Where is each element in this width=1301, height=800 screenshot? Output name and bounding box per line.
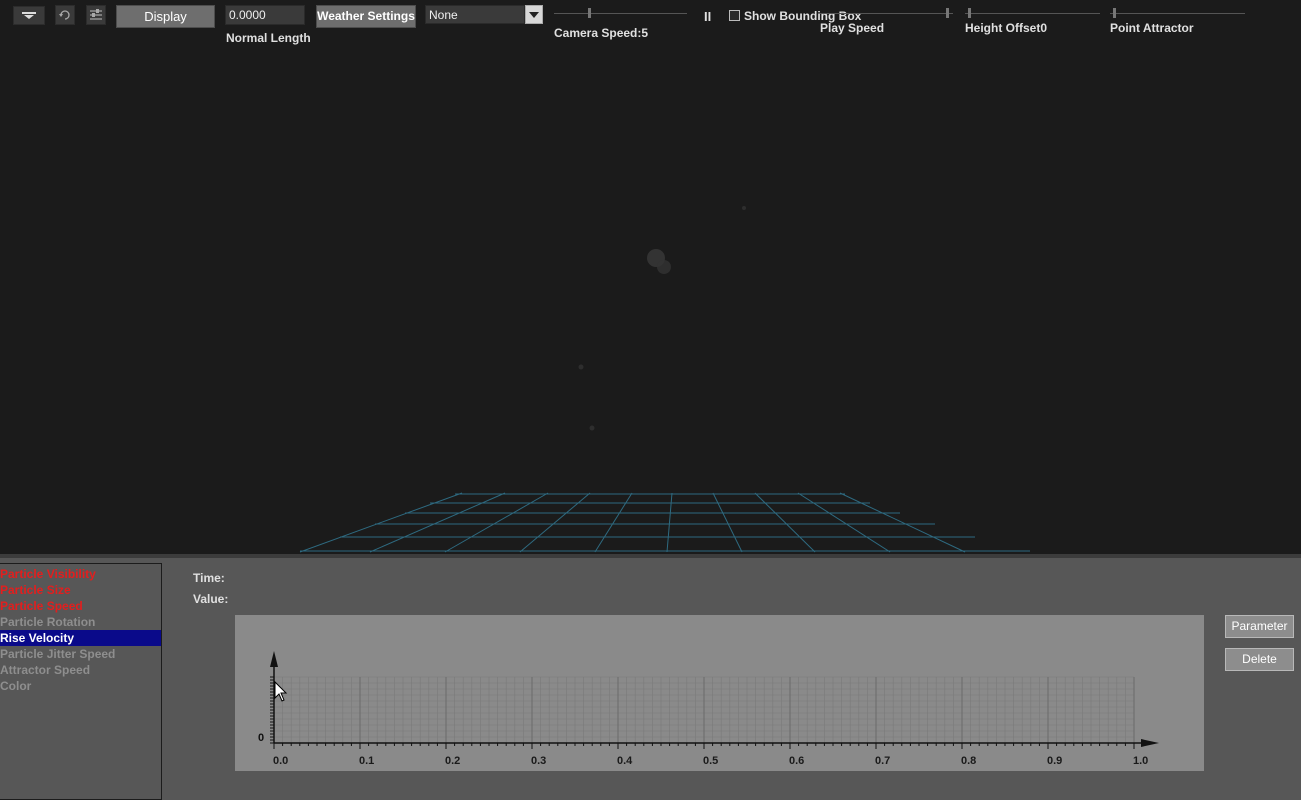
x-axis-arrow — [1141, 739, 1159, 747]
camera-speed-label: Camera Speed:5 — [554, 26, 649, 40]
particles — [578, 206, 746, 431]
parameter-button[interactable]: Parameter — [1225, 615, 1294, 638]
viewport-3d[interactable]: Display 0.0000 Normal Length Weather Set… — [0, 0, 1301, 554]
x-axis-tick-label: 1.0 — [1133, 755, 1148, 767]
settings-toggle-button[interactable] — [86, 5, 106, 25]
point-attractor-label: Point Attractor — [1110, 21, 1194, 35]
x-axis-tick-label: 0.3 — [531, 755, 546, 767]
x-axis-tick-label: 0.5 — [703, 755, 718, 767]
value-label: Value: — [193, 592, 229, 606]
play-speed-slider-thumb[interactable] — [946, 8, 949, 18]
normal-length-label: Normal Length — [226, 31, 311, 45]
dropdown-arrow-button[interactable] — [525, 5, 543, 24]
mode-dropdown[interactable]: None — [425, 5, 543, 24]
weather-settings-button[interactable]: Weather Settings — [316, 5, 416, 28]
mode-dropdown-value: None — [425, 5, 525, 24]
height-offset-slider[interactable] — [965, 13, 1100, 14]
play-speed-label: Play Speed — [820, 21, 885, 35]
menu-dropdown-button[interactable] — [13, 6, 45, 25]
normal-length-input[interactable]: 0.0000 — [225, 5, 305, 25]
display-button[interactable]: Display — [116, 5, 215, 28]
y-axis-zero-label: 0 — [258, 732, 264, 744]
x-axis-tick-label: 0.7 — [875, 755, 890, 767]
camera-speed-slider-thumb[interactable] — [588, 8, 591, 18]
curve-editor-graph[interactable]: 0 0.0 0.1 0.2 0.3 0.4 0.5 0.6 0.7 0.8 0.9 1.0 — [235, 615, 1204, 771]
play-speed-slider[interactable] — [820, 13, 953, 14]
chevron-down-icon — [22, 12, 36, 19]
panel-divider[interactable] — [0, 554, 1301, 558]
mouse-cursor-icon — [274, 680, 288, 702]
refresh-button[interactable] — [55, 5, 75, 25]
pause-button[interactable]: II — [704, 9, 711, 24]
parameter-item[interactable]: Attractor Speed — [0, 662, 161, 678]
parameter-item[interactable]: Color — [0, 678, 161, 694]
x-axis-tick-label: 0.2 — [445, 755, 460, 767]
height-offset-slider-thumb[interactable] — [968, 8, 971, 18]
curve-graph-canvas[interactable]: 0 0.0 0.1 0.2 0.3 0.4 0.5 0.6 0.7 0.8 0.9 1.0 — [235, 615, 1204, 771]
delete-button[interactable]: Delete — [1225, 648, 1294, 671]
parameter-item[interactable]: Particle Jitter Speed — [0, 646, 161, 662]
parameter-item[interactable]: Particle Visibility — [0, 566, 161, 582]
parameter-item[interactable]: Particle Speed — [0, 598, 161, 614]
height-offset-label: Height Offset0 — [965, 21, 1048, 35]
chevron-down-icon — [529, 12, 539, 18]
x-axis-tick-label: 0.1 — [359, 755, 374, 767]
x-axis-tick-label: 0.6 — [789, 755, 804, 767]
ground-grid — [299, 206, 1030, 553]
parameter-item[interactable]: Particle Rotation — [0, 614, 161, 630]
time-label: Time: — [193, 571, 225, 585]
x-axis-tick-label: 0.8 — [961, 755, 976, 767]
refresh-icon — [59, 10, 70, 20]
x-axis-tick-label: 0.4 — [617, 755, 633, 767]
parameter-list[interactable]: Particle Visibility Particle Size Partic… — [0, 563, 162, 800]
camera-speed-slider[interactable] — [554, 13, 687, 14]
sliders-icon — [90, 9, 102, 20]
parameter-item[interactable]: Particle Size — [0, 582, 161, 598]
x-axis-tick-label: 0.9 — [1047, 755, 1062, 767]
parameter-item-selected[interactable]: Rise Velocity — [0, 630, 161, 646]
y-axis-arrow — [270, 651, 278, 667]
x-axis-tick-label: 0.0 — [273, 755, 288, 767]
show-bounding-box-checkbox[interactable] — [729, 10, 740, 21]
point-attractor-slider[interactable] — [1110, 13, 1245, 14]
point-attractor-slider-thumb[interactable] — [1113, 8, 1116, 18]
